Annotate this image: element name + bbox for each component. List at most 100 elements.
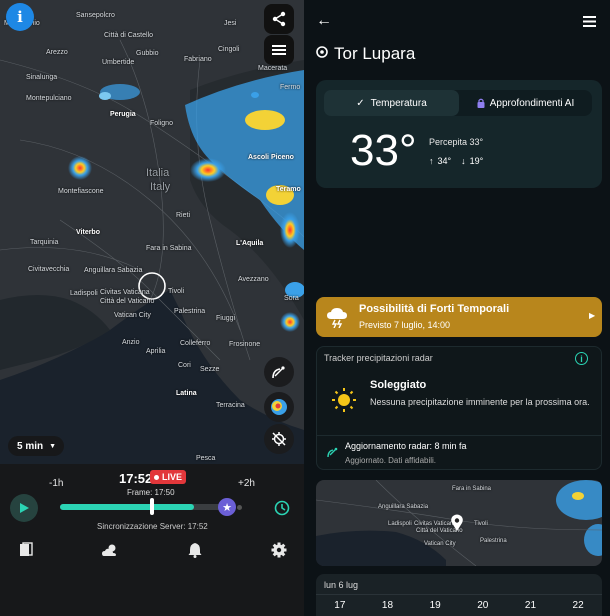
menu-button[interactable]: [583, 14, 596, 32]
city-label: Fara in Sabina: [452, 486, 492, 492]
city-label: Fiuggi: [216, 315, 236, 322]
gear-icon: [271, 542, 287, 558]
condition-label: Soleggiato: [370, 379, 427, 391]
sync-label: Sincronizzazione Server: 17:52: [97, 522, 208, 531]
city-label: Anguillara Sabazia: [378, 504, 429, 510]
city-label: Macerata: [258, 65, 288, 72]
tab-ai-insights[interactable]: Approfondimenti AI: [459, 90, 592, 116]
radar-style-button[interactable]: [264, 392, 294, 422]
city-label: Montefiascone: [58, 188, 104, 195]
city-label: Avezzano: [238, 276, 269, 283]
city-label: L'Aquila: [236, 240, 264, 247]
hour-label: 22: [572, 600, 584, 611]
current-time: 17:52: [119, 471, 153, 486]
location-marker-icon: [451, 514, 463, 531]
hour-label: 21: [524, 600, 537, 611]
city-label: Città del Vaticano: [100, 298, 155, 305]
timeline-track[interactable]: [60, 504, 236, 510]
check-icon: ✓: [356, 97, 365, 109]
nav-notifications[interactable]: [188, 542, 202, 558]
hourly-date: lun 6 lug: [324, 580, 359, 590]
divider: [317, 435, 601, 436]
hour-label: 19: [429, 600, 441, 611]
chevron-right-icon: ▶: [589, 311, 596, 320]
forecast-panel: ← Tor Lupara ✓ Temperatura Approfondimen…: [304, 0, 610, 616]
city-label: Viterbo: [76, 229, 100, 236]
thunderstorm-icon: [327, 308, 347, 328]
location-off-button[interactable]: [264, 424, 294, 454]
timeline-progress: [60, 504, 194, 510]
city-label: Ascoli Piceno: [248, 154, 294, 161]
layers-menu-button[interactable]: [264, 35, 294, 65]
clock-icon: [274, 500, 290, 516]
city-label: Fabriano: [184, 56, 212, 63]
condition-description: Nessuna precipitazione imminente per la …: [370, 397, 590, 407]
radar-map[interactable]: Montecchio Sansepolcro Jesi Città di Cas…: [0, 0, 304, 464]
info-icon: i: [17, 8, 23, 26]
location-pin-icon: [316, 46, 328, 65]
info-icon[interactable]: i: [575, 352, 588, 365]
play-button[interactable]: [10, 494, 38, 522]
nav-bookmarks[interactable]: [18, 542, 34, 558]
city-label: Jesi: [224, 20, 237, 27]
timeline-controls: -1h 17:52 LIVE +2h Frame: 17:50 ★ Sincro…: [0, 464, 304, 616]
tab-bar: ✓ Temperatura Approfondimenti AI: [324, 90, 592, 116]
temperature-card: ✓ Temperatura Approfondimenti AI 33° Per…: [316, 80, 602, 188]
city-label: Rieti: [176, 212, 191, 219]
interval-label: 5 min: [17, 440, 44, 452]
arrow-up-icon: ↑: [429, 156, 434, 166]
perceived-temperature: Percepita 33°: [429, 137, 484, 147]
radar-tracker-card: Tracker precipitazioni radar i Soleggiat…: [316, 346, 602, 470]
city-label: Montepulciano: [26, 95, 72, 102]
city-label: Cingoli: [218, 46, 240, 53]
info-button[interactable]: i: [6, 3, 34, 31]
city-label: Latina: [176, 390, 197, 397]
city-label: Sezze: [200, 366, 220, 373]
city-label: Civitas Vaticana: [100, 289, 150, 296]
nav-weather[interactable]: [101, 542, 119, 558]
city-label: Vatican City: [424, 541, 456, 547]
timeline-handle[interactable]: [150, 498, 154, 515]
tab-ai-label: Approfondimenti AI: [489, 97, 575, 109]
hour-label: 17: [334, 600, 346, 611]
range-end-label: +2h: [238, 478, 255, 489]
nav-settings[interactable]: [271, 542, 287, 558]
city-label: Palestrina: [480, 538, 507, 544]
city-label: Città di Castello: [104, 32, 154, 39]
live-label: LIVE: [162, 472, 183, 482]
share-button[interactable]: [264, 4, 294, 34]
city-label: Anguillara Sabazia: [84, 267, 143, 274]
back-button[interactable]: ←: [316, 12, 332, 30]
sun-icon: [332, 388, 356, 412]
storm-alert-banner[interactable]: Possibilità di Forti Temporali Previsto …: [316, 297, 602, 337]
max-temperature: 34°: [437, 156, 452, 166]
city-label: Palestrina: [174, 308, 206, 315]
divider: [316, 594, 602, 595]
interval-selector[interactable]: 5 min ▼: [8, 436, 64, 456]
back-arrow-icon: ←: [316, 12, 332, 29]
city-label: Tivoli: [474, 521, 488, 527]
city-label: Ladispoli: [70, 290, 98, 297]
city-label: Colleferro: [180, 340, 211, 347]
tab-temperature-label: Temperatura: [370, 97, 427, 109]
region-label: Italy: [150, 181, 171, 193]
chevron-down-icon: ▼: [49, 442, 57, 450]
live-badge[interactable]: LIVE: [150, 470, 187, 484]
satellite-dish-icon: [272, 366, 285, 379]
alert-subtitle: Previsto 7 luglio, 14:00: [359, 320, 451, 330]
hour-label: 20: [477, 600, 489, 611]
city-label: Foligno: [150, 120, 173, 127]
hour-label: 18: [381, 600, 394, 611]
min-temperature: 19°: [469, 156, 484, 166]
city-label: Gubbio: [136, 50, 159, 57]
history-button[interactable]: [268, 494, 296, 522]
location-off-icon: [272, 432, 286, 446]
tab-temperature[interactable]: ✓ Temperatura: [324, 90, 459, 116]
mini-radar-map[interactable]: Fara in Sabina Anguillara Sabazia Ladisp…: [316, 480, 602, 566]
play-icon: [20, 503, 29, 513]
star-icon: ★: [222, 501, 232, 514]
city-label: Sora: [284, 295, 299, 302]
satellite-button[interactable]: [264, 357, 294, 387]
premium-star-button[interactable]: ★: [218, 498, 236, 516]
city-label: Fara in Sabina: [146, 245, 192, 252]
